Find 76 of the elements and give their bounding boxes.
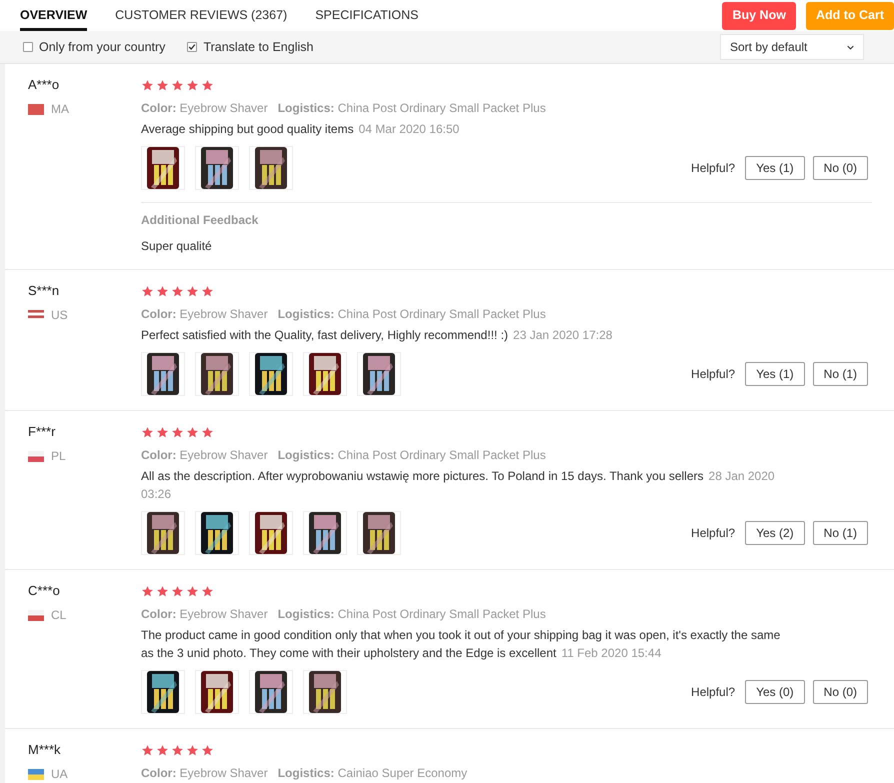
review-text: All as the description. After wyprobowaniu wstawię more pictures. To Poland in 15 days. Thank you sellers 28 Jan 2020 03:26 (141, 468, 776, 503)
star-icon (156, 78, 169, 92)
star-icon (186, 584, 199, 598)
helpful-label: Helpful? (691, 160, 736, 177)
star-icon (141, 78, 154, 92)
helpful-label: Helpful? (691, 525, 736, 542)
flag-icon (28, 450, 44, 462)
star-icon (141, 584, 154, 598)
color-info: Color: Eyebrow Shaver (141, 447, 268, 464)
star-icon (171, 284, 184, 298)
star-icon (171, 78, 184, 92)
flag-icon (28, 104, 44, 114)
reviewer-name: M***k (28, 741, 62, 759)
logistics-info: Logistics: Cainiao Super Economy (278, 765, 468, 782)
color-info: Color: Eyebrow Shaver (141, 100, 268, 117)
helpful-label: Helpful? (691, 366, 736, 383)
no-button[interactable]: No (0) (812, 156, 868, 180)
star-icon (156, 284, 169, 298)
yes-button[interactable]: Yes (2) (745, 521, 805, 545)
star-icon (201, 284, 214, 298)
country-code: CL (51, 607, 66, 624)
star-icon (171, 426, 184, 438)
star-icon (156, 584, 169, 598)
color-info: Color: Eyebrow Shaver (141, 765, 268, 782)
color-info: Color: Eyebrow Shaver (141, 306, 268, 323)
country-code: MA (51, 101, 69, 118)
country-code: PL (51, 448, 66, 465)
star-icon (186, 284, 199, 298)
sort-dropdown[interactable]: Sort by default (720, 34, 864, 60)
star-icon (156, 744, 169, 756)
star-icon (201, 426, 214, 438)
logistics-info: Logistics: China Post Ordinary Small Packet Plus (278, 447, 546, 464)
review-text: The product came in good condition only that when you took it out of your shipping bag it was open, it's exactly the same as the 3 unid photo. They come with their upholstery and the Edge is excellent 11 Feb 2020 15:44 (141, 627, 782, 662)
checkbox[interactable] (23, 42, 33, 52)
no-button[interactable]: No (0) (812, 680, 868, 704)
star-icon (141, 284, 154, 298)
reviewer-name: A***o (28, 76, 60, 94)
color-info: Color: Eyebrow Shaver (141, 606, 268, 623)
tab[interactable]: SPECIFICATIONS (315, 0, 418, 32)
review-text: Perfect satisfied with the Quality, fast delivery, Highly recommend!!! :) 23 Jan 2020 17:28 (141, 327, 614, 344)
star-icon (171, 584, 184, 598)
star-icon (201, 78, 214, 92)
tab[interactable]: CUSTOMER REVIEWS (2367) (115, 0, 288, 32)
star-icon (201, 744, 214, 756)
no-button[interactable]: No (1) (812, 521, 868, 545)
logistics-info: Logistics: China Post Ordinary Small Packet Plus (278, 306, 546, 323)
country-code: US (51, 307, 68, 324)
star-icon (186, 744, 199, 756)
filter-label: Only from your country (39, 38, 166, 56)
reviewer-name: S***n (28, 282, 60, 300)
flag-icon (28, 610, 44, 620)
flag-icon (28, 768, 44, 780)
checkbox[interactable] (187, 42, 198, 52)
star-icon (141, 744, 154, 756)
reviewer-name: F***r (28, 423, 56, 441)
star-icon (171, 744, 184, 756)
logistics-info: Logistics: China Post Ordinary Small Packet Plus (278, 606, 546, 623)
additional-feedback-text: Super qualité (141, 238, 213, 255)
star-icon (186, 78, 199, 92)
star-icon (156, 426, 169, 438)
caret-icon (847, 44, 854, 50)
yes-button[interactable]: Yes (1) (745, 362, 805, 386)
reviewer-name: C***o (28, 582, 61, 600)
country-code: UA (51, 766, 68, 783)
helpful-label: Helpful? (691, 684, 736, 701)
logistics-info: Logistics: China Post Ordinary Small Packet Plus (278, 100, 546, 117)
additional-feedback-title: Additional Feedback (141, 212, 260, 229)
star-icon (201, 584, 214, 598)
star-icon (186, 426, 199, 438)
review-text: Average shipping but good quality items 04 Mar 2020 16:50 (141, 121, 460, 138)
yes-button[interactable]: Yes (1) (745, 156, 805, 180)
flag-icon (28, 310, 44, 320)
filter-label: Translate to English (203, 38, 314, 56)
star-icon (141, 426, 154, 438)
no-button[interactable]: No (1) (812, 362, 868, 386)
yes-button[interactable]: Yes (0) (745, 680, 805, 704)
